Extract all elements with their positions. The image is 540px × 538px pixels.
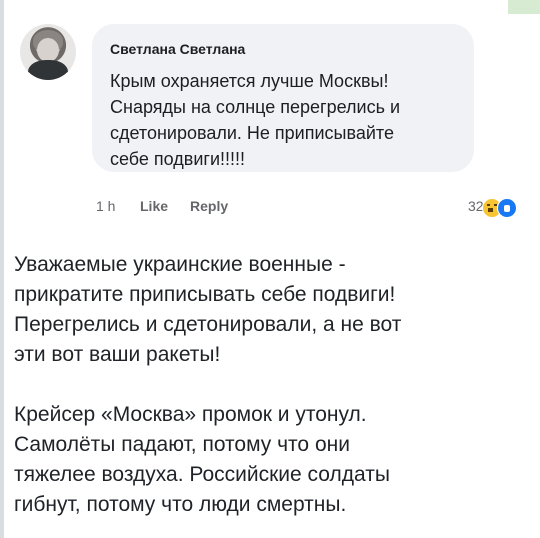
avatar[interactable] — [20, 24, 76, 80]
message-paragraph: Крейсер «Москва» промок и утонул. Самолё… — [14, 403, 390, 516]
comment-actions: 1 h Like Reply 32 — [96, 198, 540, 220]
like-reaction-icon[interactable] — [497, 198, 517, 218]
screenshot-page: Светлана Светлана Крым охраняется лучше … — [0, 0, 540, 538]
comment-time[interactable]: 1 h — [96, 198, 115, 214]
facebook-comment: Светлана Светлана Крым охраняется лучше … — [18, 18, 530, 233]
comment-author[interactable]: Светлана Светлана — [110, 41, 245, 57]
message-body: Уважаемые украинские военные - прикратит… — [14, 250, 526, 520]
like-button[interactable]: Like — [140, 198, 168, 214]
comment-bubble: Светлана Светлана Крым охраняется лучше … — [92, 24, 474, 172]
top-right-tint — [508, 0, 540, 14]
reply-button[interactable]: Reply — [190, 198, 228, 214]
avatar-body — [28, 60, 68, 80]
message-paragraph: Уважаемые украинские военные - прикратит… — [14, 253, 402, 366]
comment-text: Крым охраняется лучше Москвы! Снаряды на… — [110, 71, 401, 169]
avatar-face — [37, 38, 59, 62]
left-edge-strip — [0, 0, 4, 538]
